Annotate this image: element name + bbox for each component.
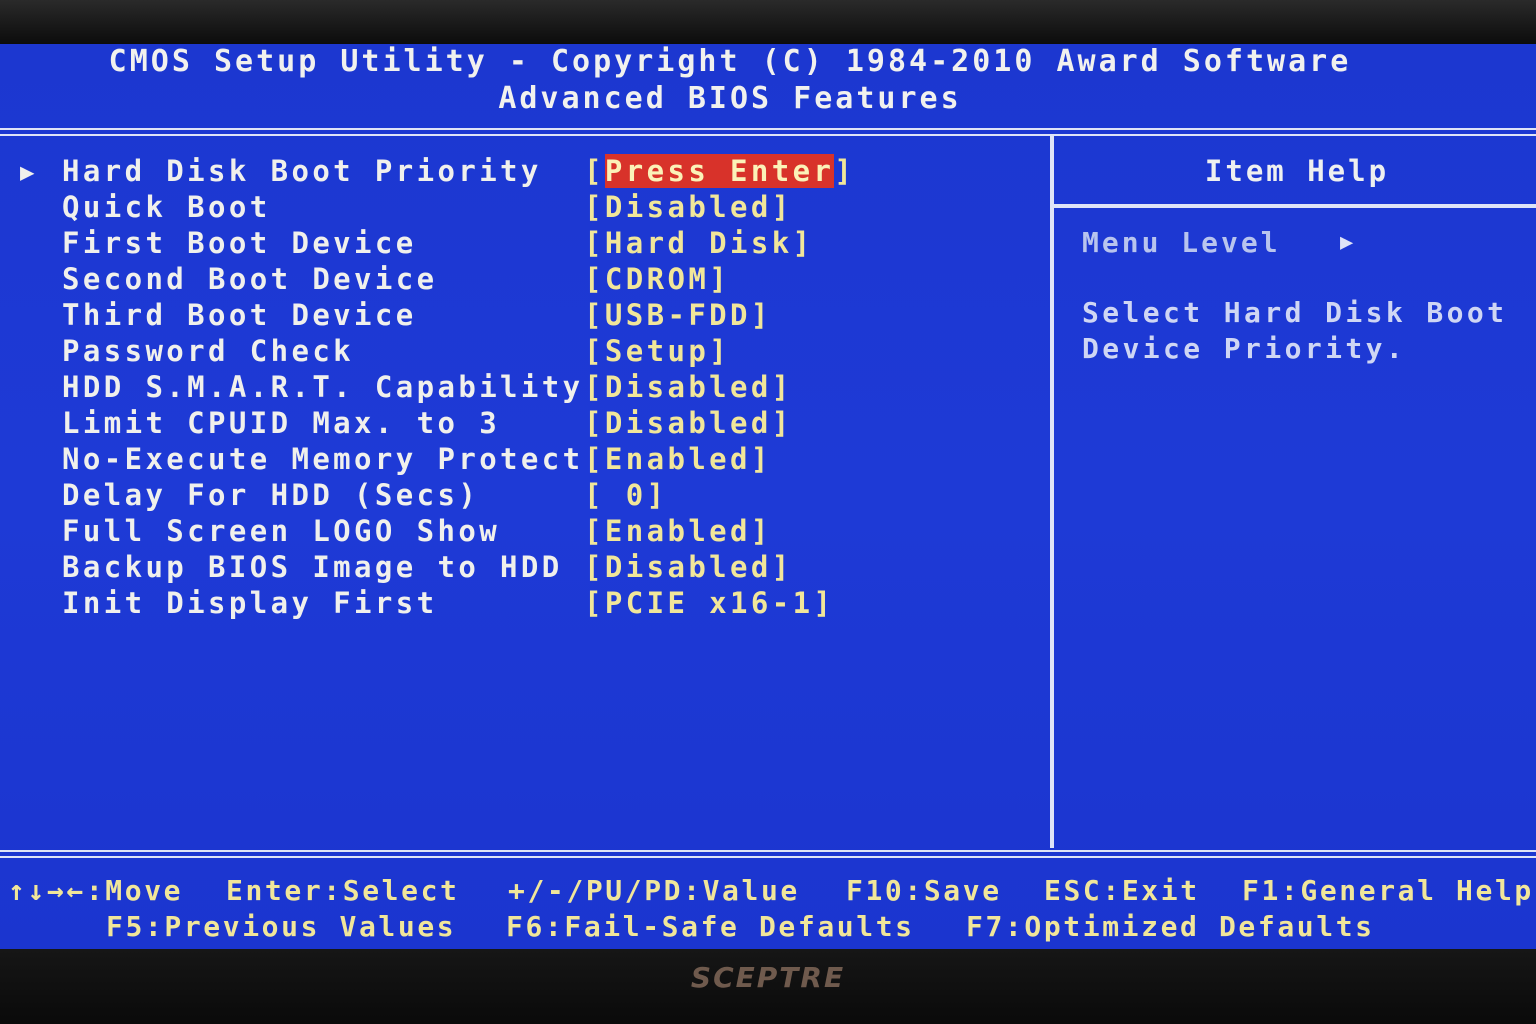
setting-row-delay-for-hdd[interactable]: Delay For HDD (Secs) [ 0] <box>16 478 1046 514</box>
menu-level-label: Menu Level <box>1082 226 1281 259</box>
setting-row-hard-disk-boot-priority[interactable]: ▶ Hard Disk Boot Priority [Press Enter] <box>16 154 1046 190</box>
setting-value[interactable]: [Disabled] <box>584 370 793 404</box>
setting-value[interactable]: [USB-FDD] <box>584 298 772 332</box>
setting-value[interactable]: [Disabled] <box>584 550 793 584</box>
help-text-line: Select Hard Disk Boot <box>1082 296 1508 329</box>
setting-row-quick-boot[interactable]: Quick Boot [Disabled] <box>16 190 1046 226</box>
setting-label: Backup BIOS Image to HDD <box>62 550 563 584</box>
setting-value[interactable]: [PCIE x16-1] <box>584 586 834 620</box>
menu-level-arrow-icon: ▶ <box>1340 230 1354 255</box>
page-title: Advanced BIOS Features <box>498 81 962 116</box>
setting-row-third-boot-device[interactable]: Third Boot Device [USB-FDD] <box>16 298 1046 334</box>
selected-value[interactable]: Press Enter <box>604 154 835 188</box>
setting-value[interactable]: [Enabled] <box>584 514 772 548</box>
setting-label: First Boot Device <box>62 226 417 260</box>
setting-label: No-Execute Memory Protect <box>62 442 584 476</box>
setting-row-init-display-first[interactable]: Init Display First [PCIE x16-1] <box>16 586 1046 622</box>
setting-label: Init Display First <box>62 586 438 620</box>
submenu-arrow-icon: ▶ <box>20 158 35 186</box>
setting-label: Third Boot Device <box>62 298 417 332</box>
header-divider <box>0 128 1536 130</box>
key-hint-previous-values: F5:Previous Values <box>106 910 457 943</box>
setting-value[interactable]: [Setup] <box>584 334 730 368</box>
setting-label: Full Screen LOGO Show <box>62 514 501 548</box>
key-hint-move: ↑↓→←:Move <box>8 874 184 907</box>
app-title: CMOS Setup Utility - Copyright (C) 1984-… <box>108 44 1352 79</box>
setting-row-full-screen-logo-show[interactable]: Full Screen LOGO Show [Enabled] <box>16 514 1046 550</box>
setting-row-backup-bios-image[interactable]: Backup BIOS Image to HDD [Disabled] <box>16 550 1046 586</box>
setting-row-second-boot-device[interactable]: Second Boot Device [CDROM] <box>16 262 1046 298</box>
key-hint-general-help: F1:General Help <box>1242 874 1534 907</box>
key-hint-select: Enter:Select <box>226 874 460 907</box>
monitor-brand-logo: SCEPTRE <box>690 961 846 994</box>
footer-divider <box>0 850 1536 852</box>
help-title-divider <box>1054 204 1536 208</box>
setting-label: Quick Boot <box>62 190 271 224</box>
setting-value[interactable]: [Hard Disk] <box>584 226 814 260</box>
setting-row-hdd-smart-capability[interactable]: HDD S.M.A.R.T. Capability [Disabled] <box>16 370 1046 406</box>
setting-row-limit-cpuid-max[interactable]: Limit CPUID Max. to 3 [Disabled] <box>16 406 1046 442</box>
monitor-bezel-bottom: SCEPTRE <box>0 949 1536 1024</box>
setting-value[interactable]: [Disabled] <box>584 406 793 440</box>
setting-value[interactable]: [ 0] <box>584 478 667 512</box>
item-help-title: Item Help <box>1204 154 1390 188</box>
key-hint-fail-safe-defaults: F6:Fail-Safe Defaults <box>506 910 915 943</box>
setting-row-password-check[interactable]: Password Check [Setup] <box>16 334 1046 370</box>
setting-label: Second Boot Device <box>62 262 438 296</box>
setting-row-no-execute-memory-protect[interactable]: No-Execute Memory Protect [Enabled] <box>16 442 1046 478</box>
setting-value[interactable]: [Press Enter] <box>584 154 855 188</box>
monitor-bezel-top <box>0 0 1536 44</box>
key-hint-save: F10:Save <box>846 874 1002 907</box>
bios-screen: CMOS Setup Utility - Copyright (C) 1984-… <box>0 44 1536 949</box>
key-hint-optimized-defaults: F7:Optimized Defaults <box>966 910 1375 943</box>
setting-row-first-boot-device[interactable]: First Boot Device [Hard Disk] <box>16 226 1046 262</box>
help-panel-divider <box>1050 136 1054 848</box>
setting-label: HDD S.M.A.R.T. Capability <box>62 370 584 404</box>
key-hint-value: +/-/PU/PD:Value <box>508 874 800 907</box>
setting-value[interactable]: [CDROM] <box>584 262 730 296</box>
help-text-line: Device Priority. <box>1082 332 1407 365</box>
setting-value[interactable]: [Enabled] <box>584 442 772 476</box>
setting-label: Password Check <box>62 334 355 368</box>
setting-label: Delay For HDD (Secs) <box>62 478 480 512</box>
key-hint-exit: ESC:Exit <box>1044 874 1200 907</box>
setting-value[interactable]: [Disabled] <box>584 190 793 224</box>
setting-label: Limit CPUID Max. to 3 <box>62 406 501 440</box>
setting-label: Hard Disk Boot Priority <box>62 154 542 188</box>
